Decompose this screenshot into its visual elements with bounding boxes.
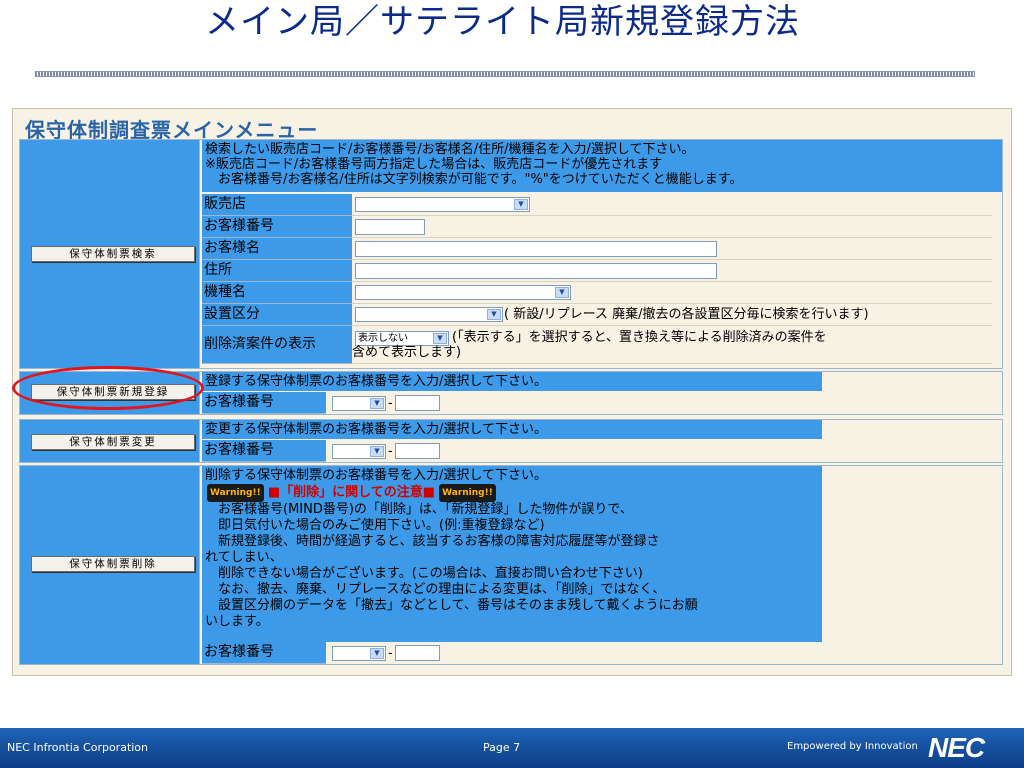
delete-warning-line: 設置区分欄のデータを「撤去」などとして、番号はそのまま残して戴くようにお願 [205,598,698,613]
customer-no-field-area [352,216,992,238]
footer-page-number: Page 7 [483,741,521,754]
model-label: 機種名 [202,282,352,304]
search-section: 保守体制票検索 検索したい販売店コード/お客様番号/お客様名/住所/機種名を入力… [19,139,1003,369]
dealer-select[interactable]: ▼ [355,197,530,212]
address-row: 住所 [202,260,1002,282]
address-field-area [352,260,992,282]
change-button[interactable]: 保守体制票変更 [31,434,195,450]
footer-company: NEC Infrontia Corporation [7,741,149,754]
address-input[interactable] [355,263,717,279]
delete-warning-line: 新規登録後、時間が経過すると、該当するお客様の障害対応履歴等が登録さ [205,534,660,549]
register-instructions: 登録する保守体制票のお客様番号を入力/選択して下さい。 [202,372,822,391]
change-customer-select[interactable]: ▼ [332,444,386,459]
dash-separator: - [388,646,393,661]
dealer-label: 販売店 [202,194,352,216]
address-label: 住所 [202,260,352,282]
delete-warning-line: 削除できない場合がございます。(この場合は、直接お問い合わせ下さい) [205,566,643,581]
install-type-select[interactable]: ▼ [355,307,503,322]
model-row: 機種名 ▼ [202,282,1002,304]
delete-customer-select[interactable]: ▼ [332,646,386,661]
register-customer-no-label: お客様番号 [202,392,326,414]
highlight-ellipse [12,366,204,410]
delete-section: 保守体制票削除 削除する保守体制票のお客様番号を入力/選択して下さい。 Warn… [19,465,1003,665]
warning-badge-icon: Warning!! [207,484,264,502]
deleted-display-row: 削除済案件の表示 表示しない ▼ (「表示する」を選択すると、置き換え等による削… [202,326,1002,364]
deleted-display-note: 含めて表示します) [352,345,462,360]
title-divider [35,71,975,77]
chevron-down-icon: ▼ [370,398,384,409]
customer-name-field-area [352,238,992,260]
customer-name-input[interactable] [355,241,717,257]
delete-instructions: 削除する保守体制票のお客様番号を入力/選択して下さい。 Warning!! ■「… [202,466,822,642]
search-info-line: 検索したい販売店コード/お客様番号/お客様名/住所/機種名を入力/選択して下さい… [205,142,695,157]
delete-warning-heading: Warning!! ■「削除」に関しての注意■ Warning!! [207,484,819,502]
chevron-down-icon: ▼ [487,309,501,320]
warning-badge-icon: Warning!! [439,484,496,502]
chevron-down-icon: ▼ [514,199,528,210]
deleted-display-field-area: 表示しない ▼ (「表示する」を選択すると、置き換え等による削除済みの案件を 含… [352,326,992,364]
dash-separator: - [388,396,393,411]
install-type-field-area: ▼ ( 新設/リプレース 廃棄/撤去の各設置区分毎に検索を行います) [352,304,992,326]
delete-warning-line: いします。 [205,614,269,629]
search-info-line: お客様番号/お客様名/住所は文字列検索が可能です。"%"をつけていただくと機能し… [205,172,743,187]
search-instructions: 検索したい販売店コード/お客様番号/お客様名/住所/機種名を入力/選択して下さい… [202,140,1002,192]
deleted-display-label: 削除済案件の表示 [202,326,352,364]
deleted-display-select-value: 表示しない [358,333,408,344]
register-form: 登録する保守体制票のお客様番号を入力/選択して下さい。 お客様番号 ▼ - [202,372,822,416]
chevron-down-icon: ▼ [370,648,384,659]
change-button-cell: 保守体制票変更 [20,420,200,462]
chevron-down-icon: ▼ [370,446,384,457]
delete-form: 削除する保守体制票のお客様番号を入力/選択して下さい。 Warning!! ■「… [202,466,822,666]
search-button-cell: 保守体制票検索 [20,140,200,368]
delete-warning-line: 即日気付いた場合のみご使用下さい。(例:重複登録など) [205,518,545,533]
customer-no-row: お客様番号 [202,216,1002,238]
slide-title: メイン局／サテライト局新規登録方法 [205,2,800,42]
delete-customer-no-label: お客様番号 [202,642,326,664]
nec-logo: NEC [928,732,985,763]
change-form: 変更する保守体制票のお客様番号を入力/選択して下さい。 お客様番号 ▼ - [202,420,822,464]
delete-warning-line: お客様番号(MIND番号)の「削除」は、「新規登録」した物件が誤りで、 [205,502,633,517]
change-customer-no-label: お客様番号 [202,440,326,462]
slide-footer: NEC Infrontia Corporation Page 7 Empower… [0,728,1024,768]
delete-warning-title: ■「削除」に関しての注意■ [267,485,435,500]
footer-tagline: Empowered by Innovation [787,741,918,752]
install-type-label: 設置区分 [202,304,352,326]
delete-warning-line: れてしまい、 [205,550,283,565]
customer-name-row: お客様名 [202,238,1002,260]
model-select[interactable]: ▼ [355,285,571,300]
model-field-area: ▼ [352,282,992,304]
register-customer-input[interactable] [395,395,440,411]
search-info-line: ※販売店コード/お客様番号両方指定した場合は、販売店コードが優先されます [205,157,663,172]
dash-separator: - [388,444,393,459]
customer-no-input[interactable] [355,219,425,235]
search-form: 検索したい販売店コード/お客様番号/お客様名/住所/機種名を入力/選択して下さい… [202,140,1002,370]
deleted-display-select[interactable]: 表示しない ▼ [355,331,449,346]
customer-no-label: お客様番号 [202,216,352,238]
search-button[interactable]: 保守体制票検索 [31,246,195,262]
delete-button-cell: 保守体制票削除 [20,466,200,664]
register-customer-select[interactable]: ▼ [332,396,386,411]
chevron-down-icon: ▼ [555,287,569,298]
change-section: 保守体制票変更 変更する保守体制票のお客様番号を入力/選択して下さい。 お客様番… [19,419,1003,463]
change-customer-input[interactable] [395,443,440,459]
install-type-note: ( 新設/リプレース 廃棄/撤去の各設置区分毎に検索を行います) [504,307,869,322]
customer-name-label: お客様名 [202,238,352,260]
change-instructions: 変更する保守体制票のお客様番号を入力/選択して下さい。 [202,420,822,439]
deleted-display-note: (「表示する」を選択すると、置き換え等による削除済みの案件を [452,330,827,345]
delete-customer-input[interactable] [395,645,440,661]
install-type-row: 設置区分 ▼ ( 新設/リプレース 廃棄/撤去の各設置区分毎に検索を行います) [202,304,1002,326]
chevron-down-icon: ▼ [433,333,447,344]
delete-warning-line: なお、撤去、廃棄、リプレースなどの理由による変更は、「削除」ではなく、 [205,582,666,597]
dealer-field-area: ▼ [352,194,992,216]
delete-button[interactable]: 保守体制票削除 [31,556,195,572]
delete-info-line: 削除する保守体制票のお客様番号を入力/選択して下さい。 [205,468,547,483]
dealer-row: 販売店 ▼ [202,194,1002,216]
